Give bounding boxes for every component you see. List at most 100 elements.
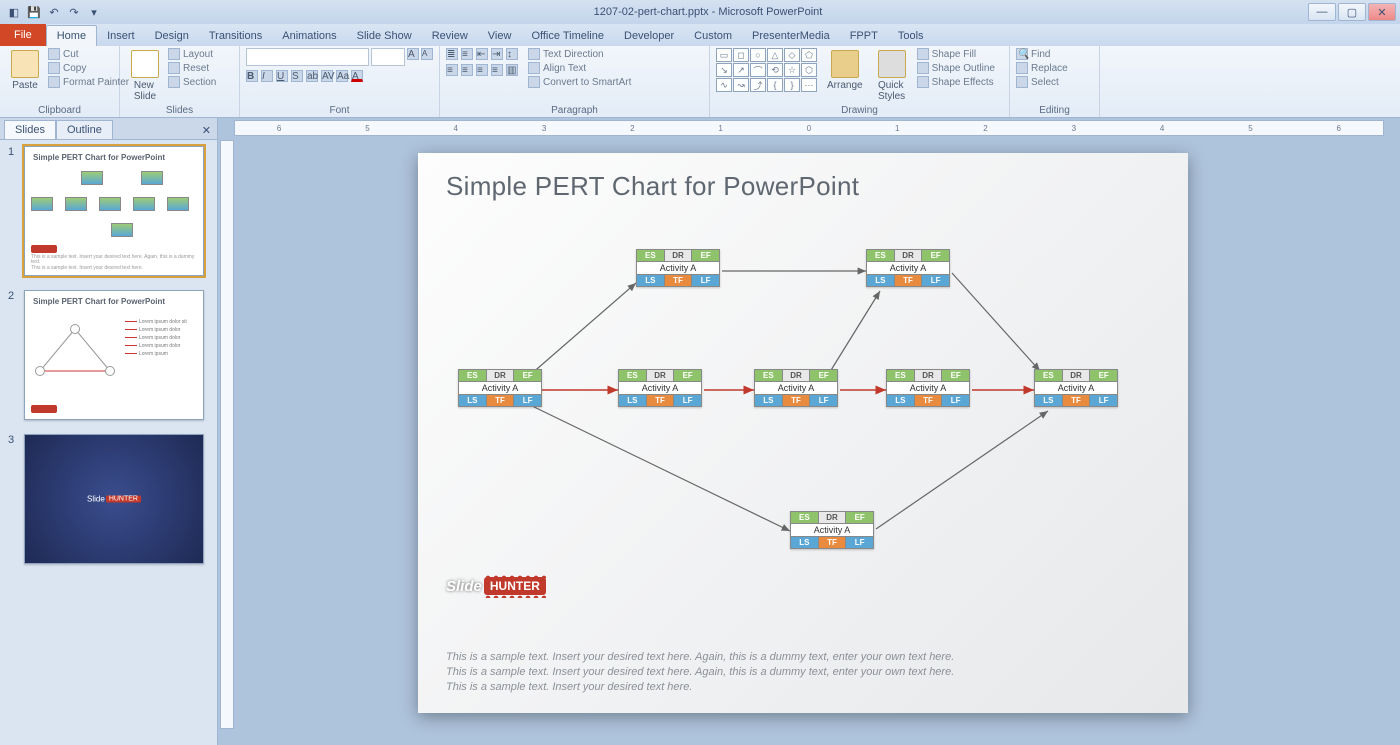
slide-thumb-2[interactable]: Simple PERT Chart for PowerPoint Lorem i… — [24, 290, 204, 420]
align-text-icon — [528, 62, 540, 74]
underline-button[interactable]: U — [276, 70, 288, 82]
shape-outline-button[interactable]: Shape Outline — [917, 62, 995, 74]
layout-icon — [168, 48, 180, 60]
new-slide-button[interactable]: New Slide — [126, 48, 164, 104]
panel-tab-slides[interactable]: Slides — [4, 120, 56, 139]
group-font-label: Font — [246, 105, 433, 117]
font-color-button[interactable]: A — [351, 70, 363, 82]
slide-thumb-1[interactable]: Simple PERT Chart for PowerPoint This is… — [24, 146, 204, 276]
redo-icon[interactable]: ↷ — [66, 4, 82, 20]
tab-presentermedia[interactable]: PresenterMedia — [742, 26, 840, 46]
text-direction-button[interactable]: Text Direction — [528, 48, 631, 60]
arrange-label: Arrange — [827, 80, 863, 91]
save-icon[interactable]: 💾 — [26, 4, 42, 20]
thumbnail-list[interactable]: 1 Simple PERT Chart for PowerPoint — [0, 140, 217, 745]
case-button[interactable]: Aa — [336, 70, 348, 82]
reset-button[interactable]: Reset — [168, 62, 216, 74]
shape-effects-button[interactable]: Shape Effects — [917, 76, 995, 88]
pert-node[interactable]: ESDREFActivity ALSTFLF — [618, 369, 702, 407]
quick-styles-button[interactable]: Quick Styles — [873, 48, 911, 104]
font-family-select[interactable] — [246, 48, 369, 66]
align-center-button[interactable]: ≡ — [461, 64, 473, 76]
pert-node[interactable]: ESDREFActivity ALSTFLF — [458, 369, 542, 407]
tab-tools[interactable]: Tools — [888, 26, 934, 46]
tab-home[interactable]: Home — [46, 25, 97, 46]
line-spacing-button[interactable]: ↕ — [506, 48, 518, 60]
panel-close-icon[interactable]: ✕ — [196, 122, 217, 139]
italic-button[interactable]: I — [261, 70, 273, 82]
qat-overflow-icon[interactable]: ▾ — [86, 4, 102, 20]
group-editing-label: Editing — [1016, 105, 1093, 117]
tab-design[interactable]: Design — [145, 26, 199, 46]
ruler-vertical — [220, 140, 234, 729]
font-size-select[interactable] — [371, 48, 405, 66]
tab-review[interactable]: Review — [422, 26, 478, 46]
pert-node[interactable]: ESDREFActivity ALSTFLF — [754, 369, 838, 407]
tab-file[interactable]: File — [0, 24, 46, 46]
grow-font-icon[interactable]: A — [407, 48, 419, 60]
slide-thumb-3[interactable]: SlideHUNTER — [24, 434, 204, 564]
align-text-button[interactable]: Align Text — [528, 62, 631, 74]
tab-fppt[interactable]: FPPT — [840, 26, 888, 46]
tab-transitions[interactable]: Transitions — [199, 26, 272, 46]
shapes-gallery[interactable]: ▭◻○△◇⬠ ↘↗⌒⟲☆⬡ ∿↝⤴{}⋯ — [716, 48, 817, 92]
tab-insert[interactable]: Insert — [97, 26, 145, 46]
group-slides-label: Slides — [126, 105, 233, 117]
powerpoint-icon: ◧ — [6, 4, 22, 20]
find-button[interactable]: 🔍Find — [1016, 48, 1068, 60]
copy-button[interactable]: Copy — [48, 62, 129, 74]
select-button[interactable]: Select — [1016, 76, 1068, 88]
panel-tab-outline[interactable]: Outline — [56, 120, 113, 139]
group-paragraph: ≣ ≡ ⇤ ⇥ ↕ ≡ ≡ ≡ ≡ ▥ Text Direction Align… — [440, 46, 710, 117]
pert-node[interactable]: ESDREFActivity ALSTFLF — [790, 511, 874, 549]
pert-node[interactable]: ESDREFActivity ALSTFLF — [886, 369, 970, 407]
bold-button[interactable]: B — [246, 70, 258, 82]
decrease-indent-button[interactable]: ⇤ — [476, 48, 488, 60]
convert-smartart-button[interactable]: Convert to SmartArt — [528, 76, 631, 88]
watermark: Slide HUNTER — [446, 577, 546, 595]
window-controls: ― ▢ ✕ — [1308, 3, 1400, 21]
tab-view[interactable]: View — [478, 26, 522, 46]
paste-button[interactable]: Paste — [6, 48, 44, 93]
cut-button[interactable]: Cut — [48, 48, 129, 60]
shape-fill-button[interactable]: Shape Fill — [917, 48, 995, 60]
tab-slideshow[interactable]: Slide Show — [347, 26, 422, 46]
spacing-button[interactable]: AV — [321, 70, 333, 82]
tab-developer[interactable]: Developer — [614, 26, 684, 46]
arrange-button[interactable]: Arrange — [823, 48, 867, 93]
minimize-button[interactable]: ― — [1308, 3, 1336, 21]
tab-office-timeline[interactable]: Office Timeline — [521, 26, 614, 46]
new-slide-label: New Slide — [134, 80, 156, 102]
pert-node[interactable]: ESDREFActivity ALSTFLF — [636, 249, 720, 287]
sample-text[interactable]: This is a sample text. Insert your desir… — [446, 650, 1160, 695]
tab-custom[interactable]: Custom — [684, 26, 742, 46]
strike-button[interactable]: S — [291, 70, 303, 82]
shadow-button[interactable]: ab — [306, 70, 318, 82]
section-button[interactable]: Section — [168, 76, 216, 88]
justify-button[interactable]: ≡ — [491, 64, 503, 76]
bullets-button[interactable]: ≣ — [446, 48, 458, 60]
slide-canvas-area[interactable]: 6543210123456 Simple PERT Chart for Powe… — [218, 118, 1400, 745]
ribbon: Paste Cut Copy Format Painter Clipboard … — [0, 46, 1400, 118]
ruler-horizontal: 6543210123456 — [234, 120, 1384, 136]
increase-indent-button[interactable]: ⇥ — [491, 48, 503, 60]
layout-button[interactable]: Layout — [168, 48, 216, 60]
align-right-button[interactable]: ≡ — [476, 64, 488, 76]
thumb-title: Simple PERT Chart for PowerPoint — [33, 153, 165, 162]
slide-panel: Slides Outline ✕ 1 Simple PERT Chart for… — [0, 118, 218, 745]
maximize-button[interactable]: ▢ — [1338, 3, 1366, 21]
close-button[interactable]: ✕ — [1368, 3, 1396, 21]
align-left-button[interactable]: ≡ — [446, 64, 458, 76]
columns-button[interactable]: ▥ — [506, 64, 518, 76]
format-painter-button[interactable]: Format Painter — [48, 76, 129, 88]
numbering-button[interactable]: ≡ — [461, 48, 473, 60]
undo-icon[interactable]: ↶ — [46, 4, 62, 20]
replace-button[interactable]: Replace — [1016, 62, 1068, 74]
pert-node[interactable]: ESDREFActivity ALSTFLF — [866, 249, 950, 287]
shrink-font-icon[interactable]: A — [421, 48, 433, 60]
slide[interactable]: Simple PERT Chart for PowerPoint — [418, 153, 1188, 713]
pert-node[interactable]: ESDREFActivity ALSTFLF — [1034, 369, 1118, 407]
tab-animations[interactable]: Animations — [272, 26, 346, 46]
thumb-watermark — [31, 245, 57, 253]
group-slides: New Slide Layout Reset Section Slides — [120, 46, 240, 117]
